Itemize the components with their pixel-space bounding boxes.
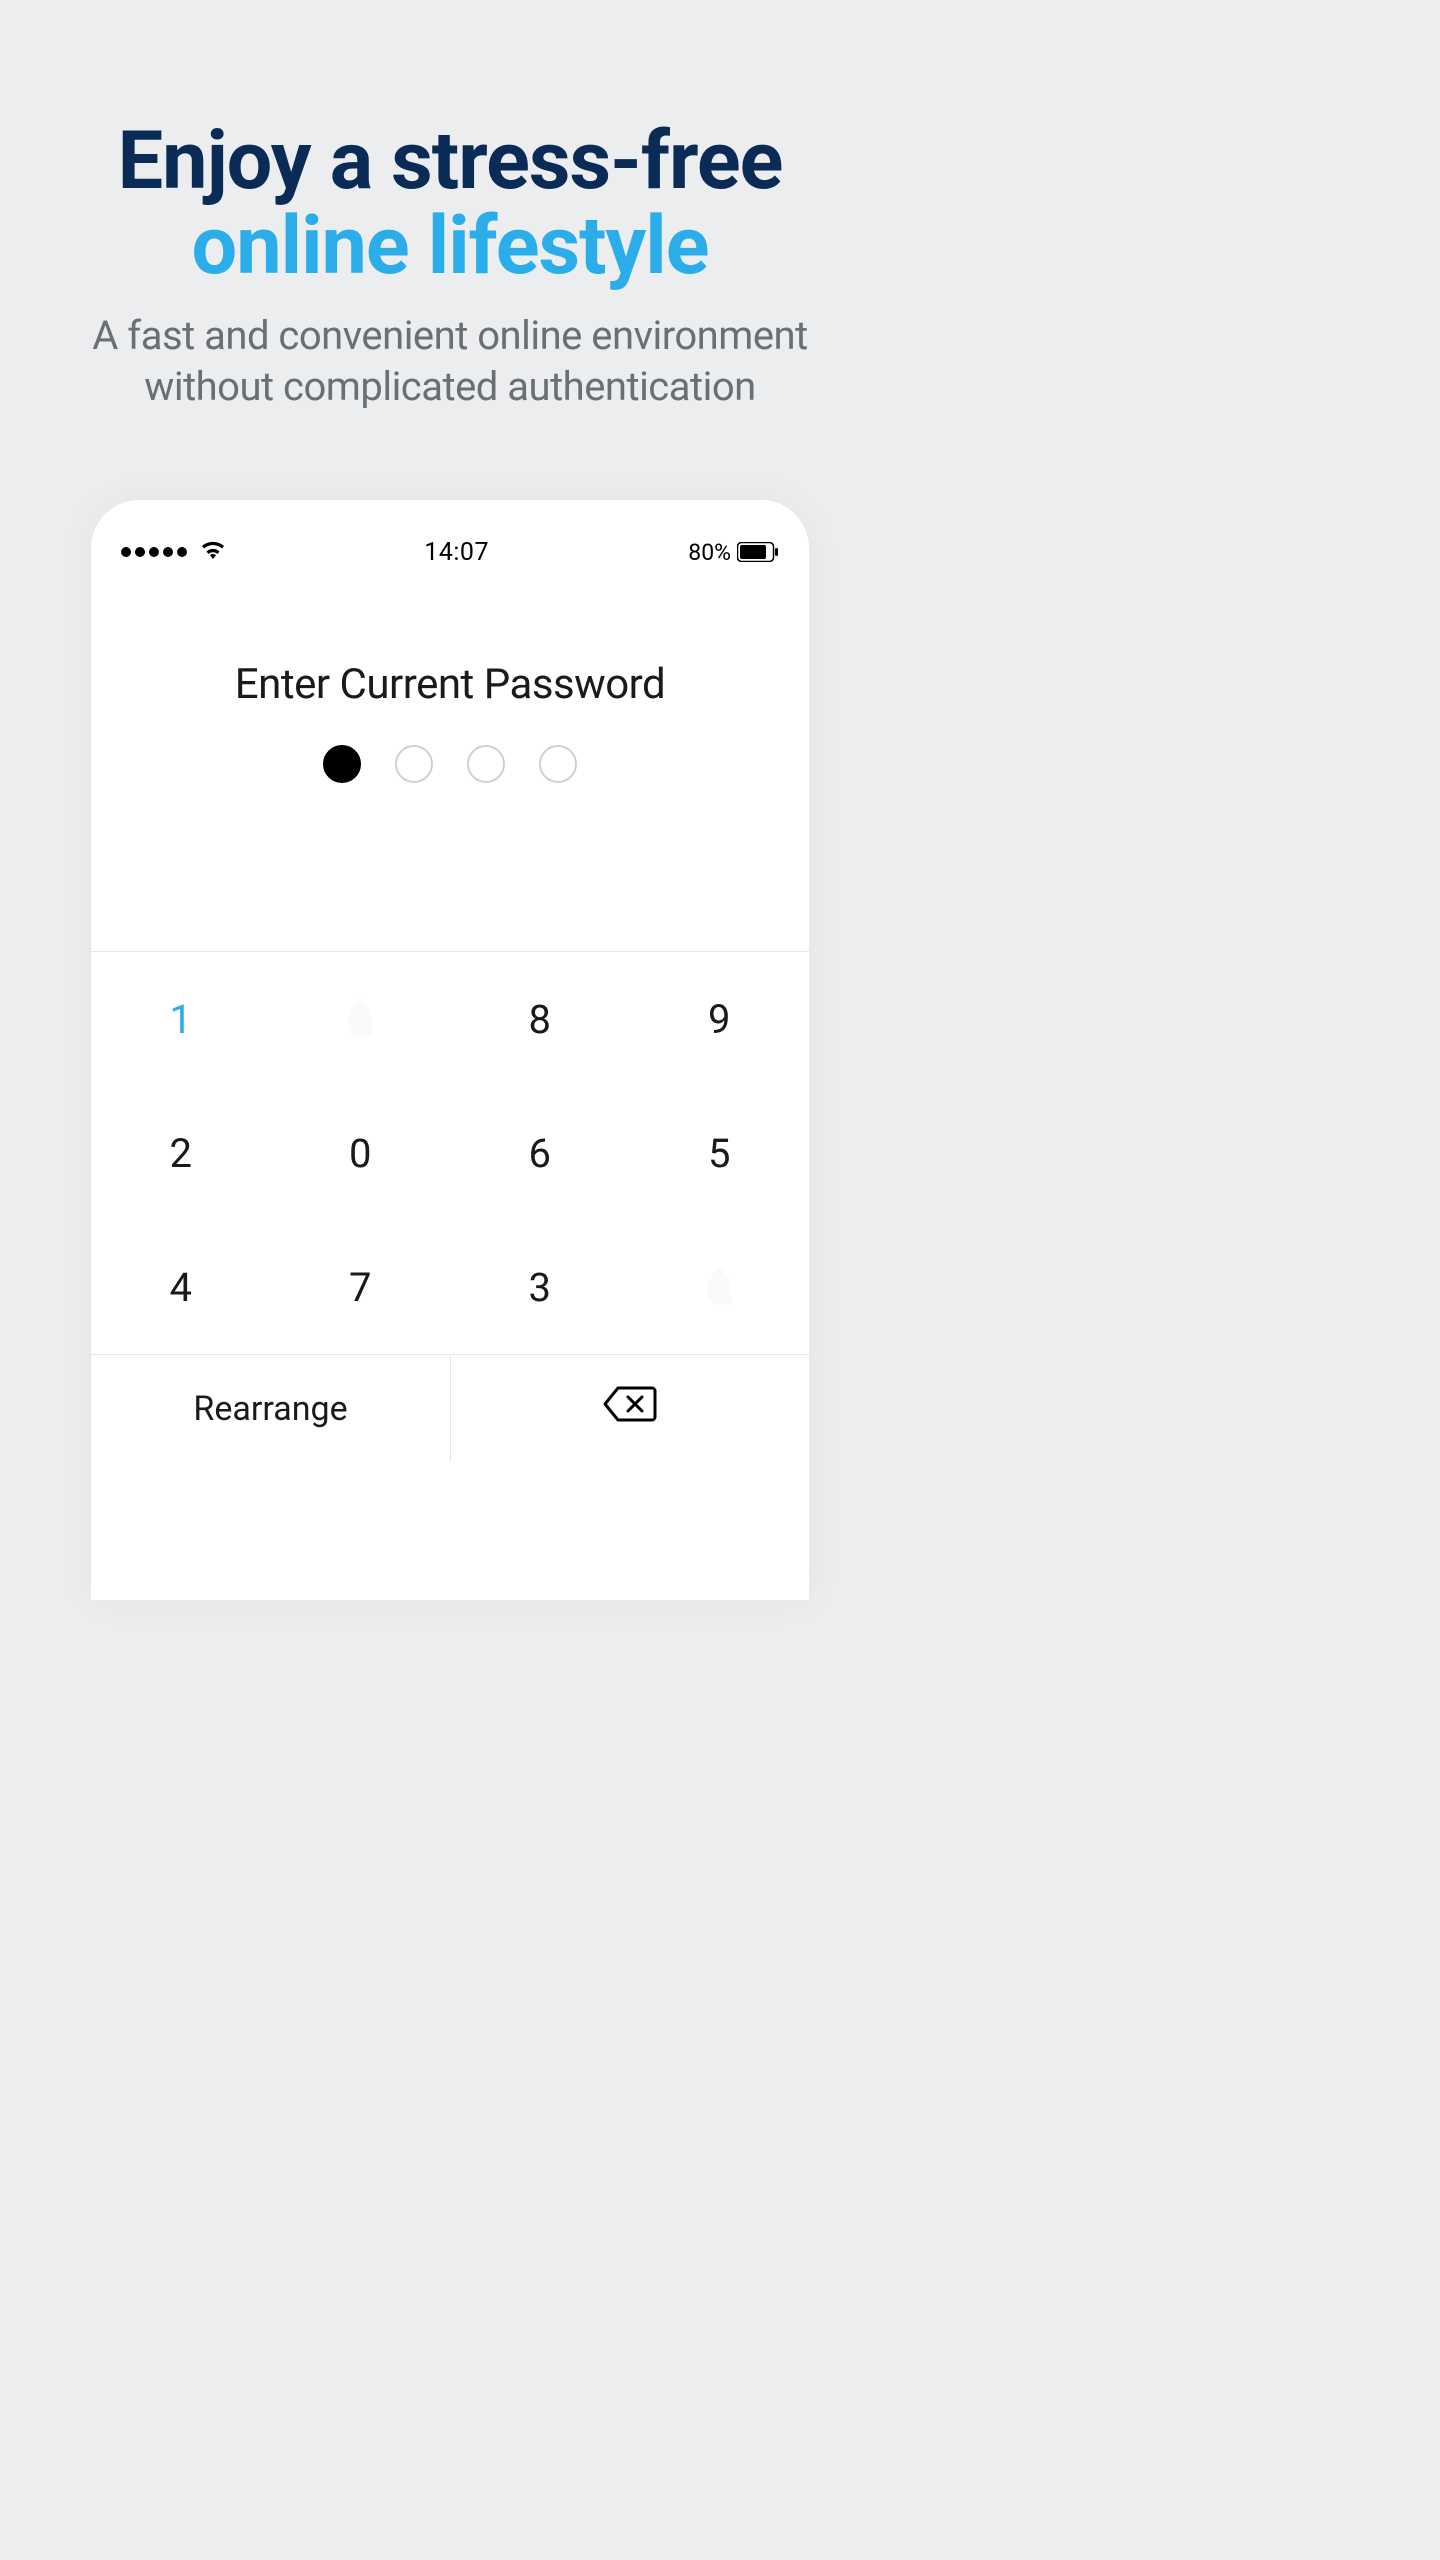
keypad-key-4[interactable]: 4 <box>91 1220 271 1354</box>
pin-title: Enter Current Password <box>91 660 809 709</box>
keypad-logo-icon <box>271 952 451 1086</box>
backspace-icon <box>602 1385 658 1432</box>
hero-subtitle-line1: A fast and convenient online environment <box>0 310 900 361</box>
hero-subtitle-line2: without complicated authentication <box>0 361 900 412</box>
keypad-key-5[interactable]: 5 <box>630 1086 810 1220</box>
phone-content: Enter Current Password 1 8 9 2 0 6 5 4 7… <box>91 572 809 1600</box>
status-left <box>121 541 225 563</box>
rearrange-button[interactable]: Rearrange <box>91 1355 450 1462</box>
keypad-key-8[interactable]: 8 <box>450 952 630 1086</box>
keypad-key-6[interactable]: 6 <box>450 1086 630 1220</box>
pin-dot-4 <box>539 745 577 783</box>
hero-title: Enjoy a stress-free online lifestyle <box>0 118 900 288</box>
keypad-key-9[interactable]: 9 <box>630 952 810 1086</box>
status-right: 80% <box>688 539 779 566</box>
keypad-key-3[interactable]: 3 <box>450 1220 630 1354</box>
backspace-button[interactable] <box>450 1355 809 1462</box>
pin-dot-1 <box>323 745 361 783</box>
hero-section: Enjoy a stress-free online lifestyle A f… <box>0 118 900 412</box>
pin-dots <box>91 745 809 783</box>
hero-subtitle: A fast and convenient online environment… <box>0 310 900 412</box>
hero-title-line1: Enjoy a stress-free <box>0 118 900 203</box>
battery-percent: 80% <box>688 539 731 566</box>
battery-icon <box>737 542 779 562</box>
wifi-icon <box>201 541 225 563</box>
keypad-logo-icon <box>630 1220 810 1354</box>
signal-strength-icon <box>121 547 187 557</box>
status-bar: 14:07 80% <box>91 500 809 572</box>
keypad-bottom-row: Rearrange <box>91 1354 809 1462</box>
keypad-key-7[interactable]: 7 <box>271 1220 451 1354</box>
hero-title-line2: online lifestyle <box>0 203 900 288</box>
pin-dot-3 <box>467 745 505 783</box>
keypad: 1 8 9 2 0 6 5 4 7 3 <box>91 951 809 1354</box>
pin-dot-2 <box>395 745 433 783</box>
pin-header: Enter Current Password <box>91 660 809 783</box>
keypad-key-0[interactable]: 0 <box>271 1086 451 1220</box>
keypad-key-2[interactable]: 2 <box>91 1086 271 1220</box>
phone-mockup: 14:07 80% Enter Current Password 1 8 9 <box>91 500 809 1600</box>
keypad-key-1[interactable]: 1 <box>91 952 271 1086</box>
status-time: 14:07 <box>424 538 489 567</box>
